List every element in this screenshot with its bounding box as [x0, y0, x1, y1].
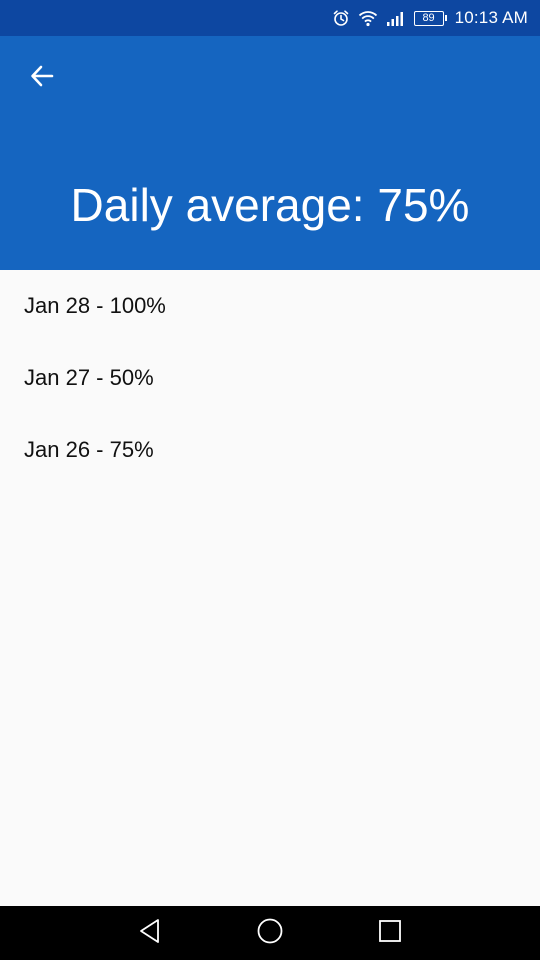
battery-tip [444, 15, 447, 21]
nav-back-button[interactable] [120, 906, 180, 960]
status-bar: 89 10:13 AM [0, 0, 540, 36]
list-item: Jan 27 - 50% [24, 365, 154, 390]
back-button[interactable] [18, 56, 66, 100]
wifi-icon [358, 9, 378, 27]
list-item: Jan 28 - 100% [24, 293, 166, 318]
recents-square-icon [378, 919, 402, 948]
nav-recents-button[interactable] [360, 906, 420, 960]
navigation-bar [0, 906, 540, 960]
battery-level: 89 [413, 10, 444, 26]
page-title: Daily average: 75% [70, 179, 470, 231]
status-icons: 89 10:13 AM [332, 0, 528, 36]
battery-icon: 89 [413, 10, 447, 26]
signal-icon [386, 10, 406, 26]
arrow-back-icon [29, 63, 55, 94]
list-item: Jan 26 - 75% [24, 437, 154, 462]
nav-home-button[interactable] [240, 906, 300, 960]
back-triangle-icon [138, 918, 162, 949]
home-circle-icon [256, 917, 284, 950]
history-list: Jan 28 - 100% Jan 27 - 50% Jan 26 - 75% [0, 270, 540, 486]
alarm-icon [332, 9, 350, 27]
app-bar: Daily average: 75% [0, 36, 540, 270]
clock: 10:13 AM [454, 8, 528, 27]
